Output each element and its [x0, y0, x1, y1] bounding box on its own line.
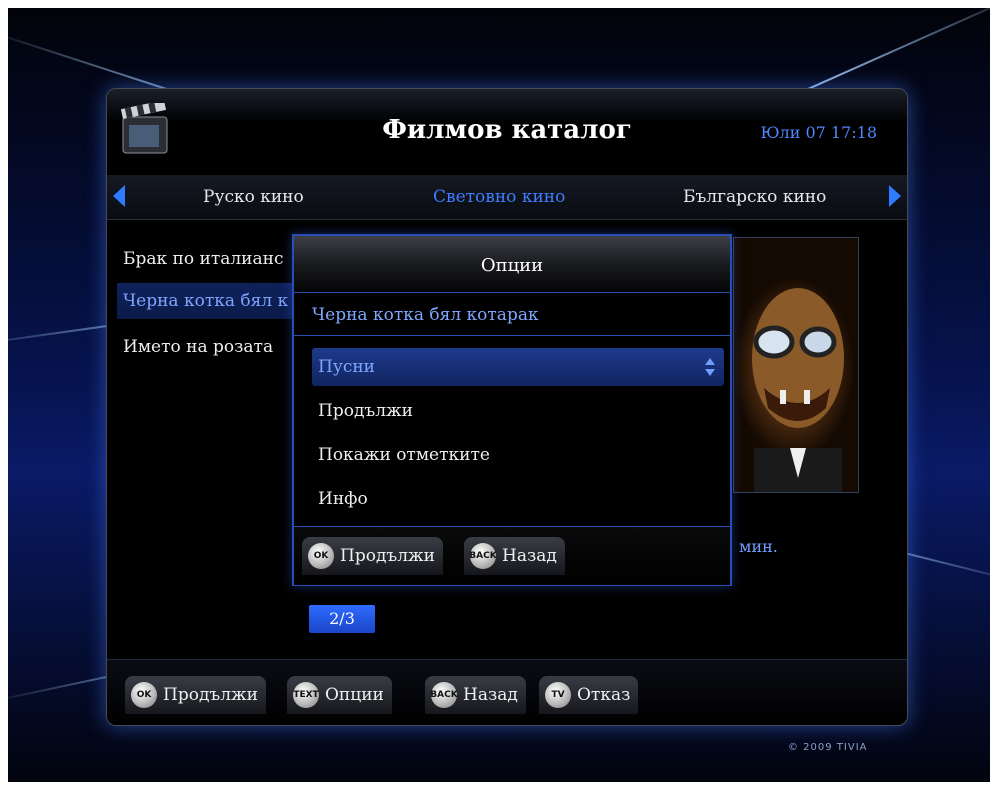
arrow-right-icon[interactable] — [889, 185, 901, 207]
ok-continue-hint[interactable]: OK Продължи — [125, 676, 266, 714]
option-play[interactable]: Пусни — [312, 348, 724, 386]
movie-list-item[interactable]: Брак по италианс — [117, 241, 303, 277]
category-tabs: Руско кино Световно кино Българско кино — [107, 175, 907, 220]
tab-russian-cinema[interactable]: Руско кино — [203, 187, 304, 207]
option-show-bookmarks[interactable]: Покажи отметките — [312, 436, 724, 474]
option-continue[interactable]: Продължи — [312, 392, 724, 430]
text-button-icon: TEXT — [293, 682, 319, 708]
hint-label: Отказ — [577, 685, 631, 705]
option-label: Пусни — [318, 357, 376, 377]
hint-label: Назад — [502, 546, 557, 566]
poster-image — [752, 288, 844, 492]
page-indicator: 2/3 — [309, 605, 375, 633]
hint-label: Продължи — [340, 546, 435, 566]
duration-unit: мин. — [739, 537, 778, 556]
dialog-back[interactable]: BACK Назад — [464, 537, 565, 575]
hint-label: Назад — [463, 685, 518, 705]
hint-label: Продължи — [163, 685, 258, 705]
footer-hints: OK Продължи TEXT Опции BACK Назад TV Отк… — [107, 659, 907, 725]
option-info[interactable]: Инфо — [312, 480, 724, 518]
ok-button-icon: OK — [308, 543, 334, 569]
options-dialog: Опции Черна котка бял котарак Пусни Прод… — [292, 234, 732, 586]
copyright: © 2009 TIVIA — [788, 742, 868, 753]
arrow-left-icon[interactable] — [113, 185, 125, 207]
hint-label: Опции — [325, 685, 384, 705]
ok-button-icon: OK — [131, 682, 157, 708]
tv-cancel-hint[interactable]: TV Отказ — [539, 676, 639, 714]
tv-button-icon: TV — [545, 682, 571, 708]
dialog-title: Опции — [294, 236, 730, 293]
back-button-icon: BACK — [469, 543, 497, 569]
back-button-icon: BACK — [430, 682, 458, 708]
back-hint[interactable]: BACK Назад — [425, 676, 526, 714]
tab-world-cinema[interactable]: Световно кино — [433, 187, 565, 207]
movie-poster — [733, 237, 859, 493]
dialog-subtitle: Черна котка бял котарак — [294, 294, 730, 336]
dialog-footer: OK Продължи BACK Назад — [294, 526, 730, 585]
movie-list-item[interactable]: Името на розата — [117, 329, 303, 365]
text-options-hint[interactable]: TEXT Опции — [287, 676, 392, 714]
dialog-ok-continue[interactable]: OK Продължи — [302, 537, 443, 575]
up-down-arrows-icon — [705, 358, 715, 376]
header: Филмов каталог Юли 07 17:18 — [107, 89, 907, 173]
datetime: Юли 07 17:18 — [760, 123, 877, 142]
movie-list-item-selected[interactable]: Черна котка бял к — [117, 283, 303, 319]
tab-bulgarian-cinema[interactable]: Българско кино — [683, 187, 826, 207]
